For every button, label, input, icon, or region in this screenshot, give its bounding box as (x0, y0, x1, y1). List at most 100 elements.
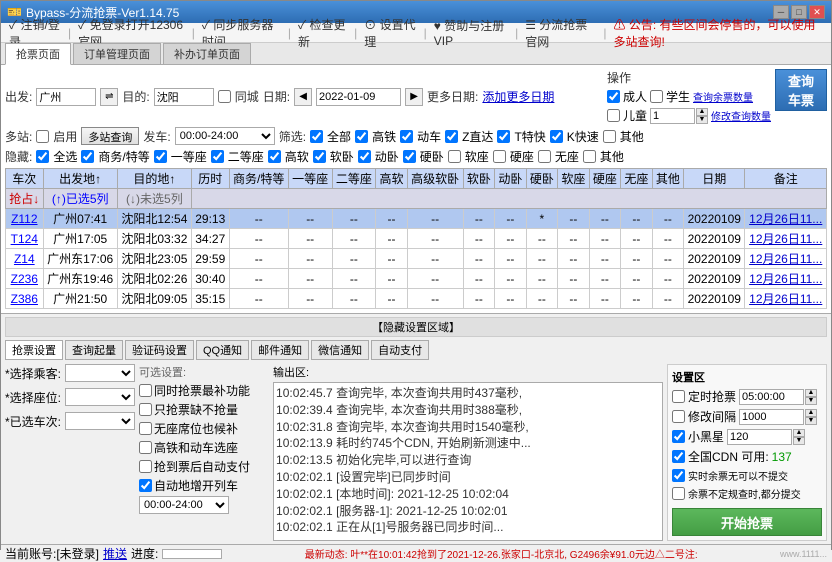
cdn-checkbox[interactable] (672, 450, 685, 463)
train-link-z386[interactable]: Z386 (11, 292, 38, 306)
query-ticket-button[interactable]: 查询车票 (775, 69, 827, 111)
hide-gaosoft-checkbox[interactable] (268, 150, 281, 163)
note-z14[interactable]: 12月26日11... (749, 252, 822, 266)
query-count-link[interactable]: 查询余票数量 (693, 89, 753, 104)
time-range-select[interactable]: 00:00-24:00 (139, 496, 229, 514)
child-count-up[interactable]: ▲ (696, 108, 708, 116)
seat-select[interactable] (65, 388, 135, 406)
train-link-z14[interactable]: Z14 (14, 252, 35, 266)
bottom-tab-autopay[interactable]: 自动支付 (371, 340, 429, 360)
student-checkbox[interactable] (650, 90, 663, 103)
hide-ruanzuo-checkbox[interactable] (448, 150, 461, 163)
tab-order-mgmt[interactable]: 订单管理页面 (73, 43, 161, 64)
modify-query-count-link[interactable]: 修改查询数量 (711, 108, 771, 123)
table-row[interactable]: Z386 广州21:50 沈阳北09:05 35:15 ------------… (6, 289, 827, 309)
note-t124[interactable]: 12月26日11... (749, 232, 822, 246)
date-label: 日期: (263, 88, 290, 105)
table-row[interactable]: Z112 广州07:41 沈阳北12:54 29:13 ------------… (6, 209, 827, 229)
opt-auto-increase[interactable] (139, 479, 152, 492)
table-row[interactable]: Z14 广州东17:06 沈阳北23:05 29:59 ------------… (6, 249, 827, 269)
bottom-tab-wechat[interactable]: 微信通知 (311, 340, 369, 360)
scheduled-up[interactable]: ▲ (805, 389, 817, 397)
hide-all-checkbox[interactable] (36, 150, 49, 163)
hide-other2-checkbox[interactable] (583, 150, 596, 163)
opt-choose-seat[interactable] (139, 441, 152, 454)
blackstar-input[interactable] (727, 429, 792, 445)
filter-dongche-checkbox[interactable] (400, 130, 413, 143)
interval-checkbox[interactable] (672, 410, 685, 423)
remain-ticket-checkbox[interactable] (672, 487, 685, 500)
train-count-select[interactable] (65, 412, 135, 430)
scheduled-time-input[interactable] (739, 389, 804, 405)
passenger-select[interactable] (65, 364, 135, 382)
blackstar-down[interactable]: ▼ (793, 437, 805, 445)
train-link-z236[interactable]: Z236 (11, 272, 38, 286)
hide-shwu-checkbox[interactable] (81, 150, 94, 163)
bottom-tab-captcha[interactable]: 验证码设置 (125, 340, 194, 360)
depart-time-select[interactable]: 00:00-24:00 (175, 127, 275, 145)
date-input[interactable] (316, 88, 401, 106)
opt-autopay[interactable] (139, 460, 152, 473)
multi-station-query-btn[interactable]: 多站查询 (81, 127, 139, 145)
filter-all-checkbox[interactable] (310, 130, 323, 143)
filter-other-checkbox[interactable] (603, 130, 616, 143)
bottom-tab-qq[interactable]: QQ通知 (196, 340, 249, 360)
output-text-area[interactable]: 10:02:45.7 查询完毕, 本次查询共用时437毫秒, 10:02:39.… (273, 382, 663, 541)
hide-dongwo-checkbox[interactable] (358, 150, 371, 163)
hide-yingwo-checkbox[interactable] (403, 150, 416, 163)
hide-wuzuo-checkbox[interactable] (538, 150, 551, 163)
cdn-count: 137 (772, 450, 792, 464)
menu-proxy[interactable]: ⊙ 设置代理 (360, 15, 420, 51)
blackstar-checkbox[interactable] (672, 430, 685, 443)
train-link-t124[interactable]: T124 (11, 232, 38, 246)
same-city-checkbox[interactable] (218, 90, 231, 103)
bottom-tab-grab-settings[interactable]: 抢票设置 (5, 340, 63, 360)
swap-arrow-btn[interactable]: ⇌ (100, 88, 118, 106)
filter-z-checkbox[interactable] (445, 130, 458, 143)
to-input[interactable] (154, 88, 214, 106)
scheduled-down[interactable]: ▼ (805, 397, 817, 405)
menu-official[interactable]: ☰ 分流抢票官网 (521, 15, 600, 51)
hide-ruanwo-checkbox[interactable] (313, 150, 326, 163)
bottom-tab-query-start[interactable]: 查询起量 (65, 340, 123, 360)
filter-t-checkbox[interactable] (497, 130, 510, 143)
note-z112[interactable]: 12月26日11... (749, 212, 822, 226)
realtime-ticket-checkbox[interactable] (672, 469, 685, 482)
hide-yingzuo-checkbox[interactable] (493, 150, 506, 163)
table-row[interactable]: Z236 广州东19:46 沈阳北02:26 30:40 -----------… (6, 269, 827, 289)
tab-supplement-order[interactable]: 补办订单页面 (163, 43, 251, 64)
note-z236[interactable]: 12月26日11... (749, 272, 822, 286)
hide-2class-checkbox[interactable] (211, 150, 224, 163)
hide-1class-checkbox[interactable] (154, 150, 167, 163)
bottom-tab-email[interactable]: 邮件通知 (251, 340, 309, 360)
opt-noseat-candidate[interactable] (139, 422, 152, 435)
date-next-btn[interactable]: ▶ (405, 88, 423, 106)
hidden-region-toggle[interactable]: 【隐藏设置区域】 (5, 317, 827, 337)
opt-simultaneous[interactable] (139, 384, 152, 397)
filter-gaotie-checkbox[interactable] (355, 130, 368, 143)
menu-checkupdate[interactable]: ✓ 检查更新 (294, 15, 351, 51)
table-row[interactable]: T124 广州17:05 沈阳北03:32 34:27 ------------… (6, 229, 827, 249)
multi-station-checkbox[interactable] (36, 130, 49, 143)
child-count-down[interactable]: ▼ (696, 116, 708, 124)
adult-checkbox[interactable] (607, 90, 620, 103)
note-z386[interactable]: 12月26日11... (749, 292, 822, 306)
menu-vip[interactable]: ♥ 赞助与注册VIP (430, 16, 512, 49)
scheduled-grab-checkbox[interactable] (672, 390, 685, 403)
child-checkbox[interactable] (607, 109, 620, 122)
interval-up[interactable]: ▲ (805, 409, 817, 417)
interval-input[interactable] (739, 409, 804, 425)
opt-only-grab[interactable] (139, 403, 152, 416)
from-input[interactable] (36, 88, 96, 106)
interval-down[interactable]: ▼ (805, 417, 817, 425)
col-business: 商务/特等 (229, 169, 288, 189)
start-grab-button[interactable]: 开始抢票 (672, 508, 822, 536)
blackstar-up[interactable]: ▲ (793, 429, 805, 437)
push-link[interactable]: 推送 (103, 545, 127, 562)
child-count-input[interactable] (650, 108, 695, 124)
date-prev-btn[interactable]: ◀ (294, 88, 312, 106)
filter-k-checkbox[interactable] (550, 130, 563, 143)
add-more-dates-link[interactable]: 添加更多日期 (482, 88, 554, 105)
train-link-z112[interactable]: Z112 (11, 212, 37, 226)
tab-grab-ticket[interactable]: 抢票页面 (5, 43, 71, 65)
